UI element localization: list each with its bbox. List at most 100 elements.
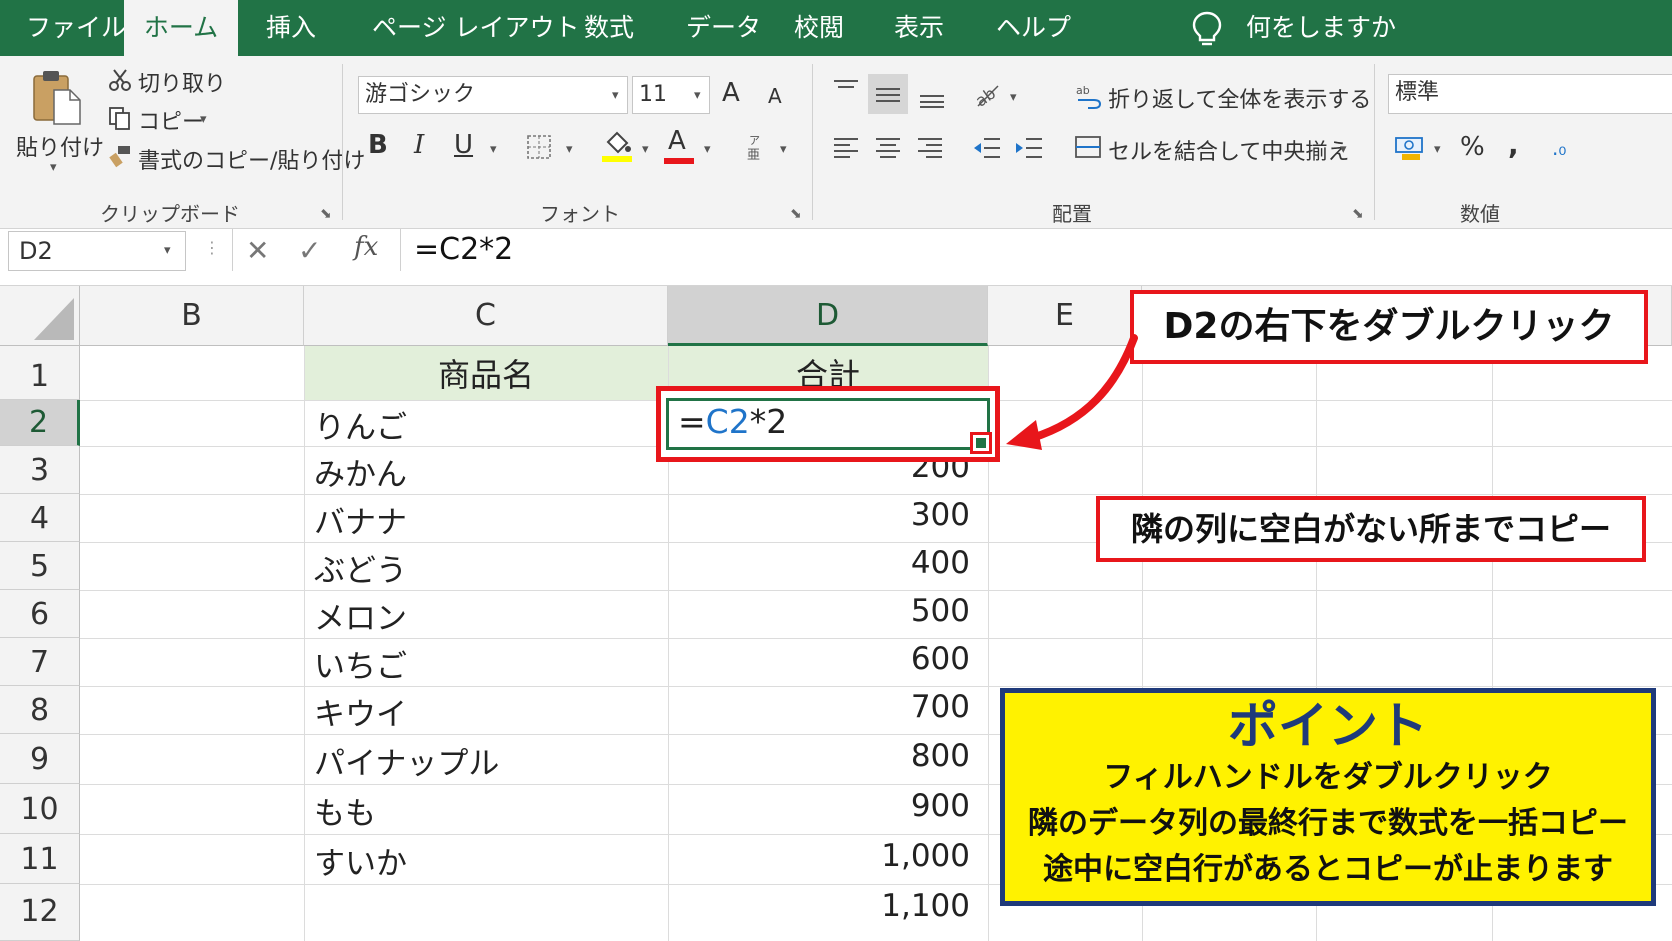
cell-product[interactable]: パイナップル <box>314 738 499 783</box>
font-color-dropdown-icon[interactable]: ▾ <box>704 142 711 157</box>
shrink-font-button[interactable]: A <box>768 84 782 108</box>
row-header[interactable]: 6 <box>0 590 80 638</box>
row-header[interactable]: 1 <box>0 346 80 400</box>
merge-center-dropdown-icon[interactable]: ▾ <box>1340 142 1347 157</box>
column-header-b[interactable]: B <box>80 286 304 346</box>
increase-indent-icon[interactable] <box>1014 136 1044 160</box>
cell-total[interactable]: 1,000 <box>668 838 970 874</box>
grow-font-button[interactable]: A <box>722 78 740 108</box>
accounting-format-icon[interactable] <box>1394 134 1426 162</box>
tab-help[interactable]: ヘルプ <box>996 0 1071 56</box>
tab-home[interactable]: ホーム <box>124 0 238 56</box>
cell-total[interactable]: 900 <box>668 788 970 824</box>
percent-style-button[interactable]: % <box>1460 132 1485 162</box>
font-launcher-icon[interactable]: ⬊ <box>790 206 802 222</box>
underline-dropdown-icon[interactable]: ▾ <box>490 142 497 157</box>
row-header-active[interactable]: 2 <box>0 400 80 446</box>
fill-handle[interactable] <box>976 438 986 448</box>
cell-product[interactable]: ぶどう <box>314 545 407 590</box>
row-header[interactable]: 9 <box>0 734 80 784</box>
italic-button[interactable]: I <box>414 130 424 160</box>
comma-style-button[interactable]: , <box>1508 128 1519 161</box>
alignment-launcher-icon[interactable]: ⬊ <box>1352 206 1364 222</box>
cell-total[interactable]: 1,100 <box>668 888 970 924</box>
cancel-entry-icon[interactable]: ✕ <box>246 234 269 267</box>
decrease-indent-icon[interactable] <box>972 136 1002 160</box>
align-middle-button[interactable] <box>868 74 908 114</box>
accounting-dropdown-icon[interactable]: ▾ <box>1434 142 1441 157</box>
confirm-entry-icon[interactable]: ✓ <box>298 234 321 267</box>
row-header[interactable]: 7 <box>0 638 80 686</box>
row-header[interactable]: 12 <box>0 884 80 941</box>
select-all-button[interactable] <box>0 286 80 346</box>
cell-product[interactable]: すいか <box>314 838 407 883</box>
tab-view[interactable]: 表示 <box>894 0 944 56</box>
borders-dropdown-icon[interactable]: ▾ <box>566 142 573 157</box>
paste-button[interactable]: 貼り付け <box>16 130 104 162</box>
cell-total[interactable]: 500 <box>668 593 970 629</box>
copy-button[interactable]: コピー <box>138 104 204 136</box>
column-header-c[interactable]: C <box>304 286 668 346</box>
tell-me-search[interactable]: 何をしますか <box>1246 0 1396 56</box>
paste-dropdown-icon[interactable]: ▾ <box>50 160 57 175</box>
cell-product[interactable]: バナナ <box>314 497 407 542</box>
format-painter-button[interactable]: 書式のコピー/貼り付け <box>138 143 365 175</box>
cell-total[interactable]: 300 <box>668 497 970 533</box>
merge-center-button[interactable]: セルを結合して中央揃え <box>1108 134 1349 166</box>
row-header[interactable]: 4 <box>0 494 80 542</box>
increase-decimal-icon[interactable]: .₀ <box>1552 136 1566 160</box>
phonetic-icon[interactable]: ア亜 <box>744 132 770 162</box>
cell-total[interactable]: 600 <box>668 641 970 677</box>
phonetic-dropdown-icon[interactable]: ▾ <box>780 142 787 157</box>
font-size-dropdown-icon[interactable]: ▾ <box>694 88 701 103</box>
clipboard-launcher-icon[interactable]: ⬊ <box>320 206 332 222</box>
tab-review[interactable]: 校閲 <box>794 0 844 56</box>
copy-dropdown-icon[interactable]: ▾ <box>200 112 207 127</box>
tab-insert[interactable]: 挿入 <box>266 0 316 56</box>
orientation-dropdown-icon[interactable]: ▾ <box>1010 90 1017 105</box>
align-right-icon[interactable] <box>916 136 944 160</box>
paste-icon[interactable] <box>30 68 84 126</box>
header-cell-product[interactable]: 商品名 <box>304 350 668 396</box>
orientation-icon[interactable]: ab <box>972 80 1002 110</box>
name-box-dropdown-icon[interactable]: ▾ <box>164 243 171 258</box>
cell-product[interactable]: みかん <box>314 449 407 494</box>
tab-data[interactable]: データ <box>686 0 761 56</box>
row-header[interactable]: 10 <box>0 784 80 834</box>
bold-button[interactable]: B <box>368 130 388 160</box>
cell-product[interactable]: メロン <box>314 593 407 638</box>
fill-color-icon[interactable] <box>600 128 634 164</box>
align-bottom-icon[interactable] <box>918 88 946 108</box>
insert-function-icon[interactable]: fx <box>354 232 378 262</box>
align-left-icon[interactable] <box>832 136 860 160</box>
wrap-text-button[interactable]: 折り返して全体を表示する <box>1108 82 1371 114</box>
name-box[interactable]: D2 <box>8 231 186 271</box>
borders-icon[interactable] <box>526 134 552 160</box>
formula-input[interactable]: =C2*2 <box>414 232 513 267</box>
cell-product[interactable]: もも <box>314 788 376 833</box>
row-header[interactable]: 3 <box>0 446 80 494</box>
cell-total[interactable]: 400 <box>668 545 970 581</box>
tab-page-layout[interactable]: ページ レイアウト <box>372 0 579 56</box>
cell-product[interactable]: りんご <box>314 402 407 447</box>
underline-button[interactable]: U <box>454 130 473 160</box>
row-header[interactable]: 5 <box>0 542 80 590</box>
lightbulb-icon[interactable] <box>1190 10 1224 48</box>
cell-total[interactable]: 800 <box>668 738 970 774</box>
number-format-select[interactable]: 標準 <box>1388 74 1672 114</box>
align-center-icon[interactable] <box>874 136 902 160</box>
cell-product[interactable]: キウイ <box>314 689 407 734</box>
align-top-icon[interactable] <box>832 78 860 98</box>
row-header[interactable]: 8 <box>0 686 80 734</box>
cell-product[interactable]: いちご <box>314 641 407 686</box>
tab-file[interactable]: ファイル <box>26 0 126 56</box>
cut-button[interactable]: 切り取り <box>138 66 226 98</box>
font-name-dropdown-icon[interactable]: ▾ <box>612 88 619 103</box>
fill-color-dropdown-icon[interactable]: ▾ <box>642 142 649 157</box>
column-header-d[interactable]: D <box>668 286 988 346</box>
active-cell-editor[interactable]: =C2*2 <box>678 402 787 441</box>
row-header[interactable]: 11 <box>0 834 80 884</box>
tab-formulas[interactable]: 数式 <box>584 0 634 56</box>
cell-total[interactable]: 700 <box>668 689 970 725</box>
font-name-select[interactable]: 游ゴシック <box>358 76 628 114</box>
